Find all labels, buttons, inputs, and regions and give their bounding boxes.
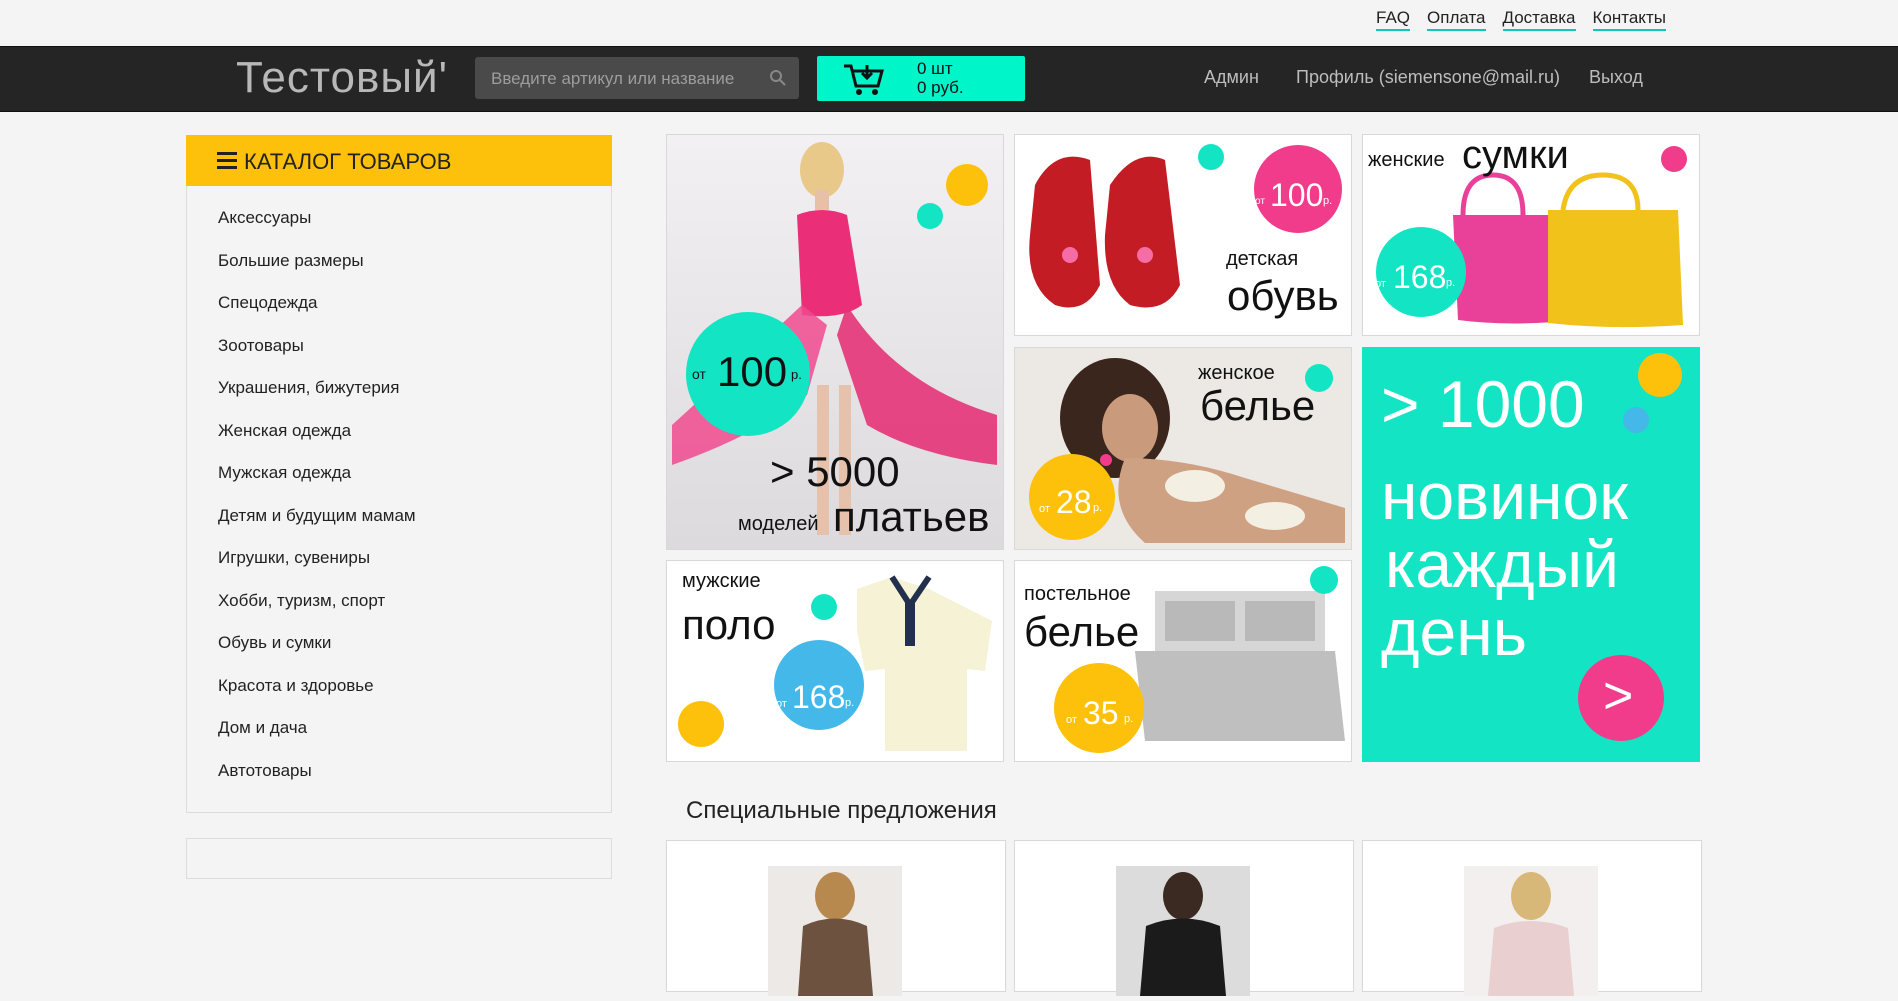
shoes-l1: детская <box>1226 248 1299 270</box>
delivery-link[interactable]: Доставка <box>1502 8 1576 31</box>
lingerie-cur: р. <box>1093 502 1103 514</box>
lingerie-l2: белье <box>1200 382 1316 429</box>
catalog-title: КАТАЛОГ ТОВАРОВ <box>244 149 452 174</box>
banner-bedding[interactable]: постельное белье от 35 р. <box>1014 560 1352 762</box>
header-bar: Тестовый' 0 шт0 руб. Админ Профиль (siem… <box>0 46 1898 112</box>
bedding-from: от <box>1066 714 1077 726</box>
dress-price: 100 <box>717 348 788 395</box>
dress-models: моделей <box>738 513 819 535</box>
banner-dresses[interactable]: от 100 р. > 5000 моделей платьев <box>666 134 1004 550</box>
search-box <box>475 57 799 101</box>
payment-link[interactable]: Оплата <box>1427 8 1486 31</box>
catalog-item[interactable]: Украшения, бижутерия <box>218 378 416 421</box>
catalog-list: Аксессуары Большие размеры Спецодежда Зо… <box>218 208 416 803</box>
banner-novelties[interactable]: > 1000 новинок каждый день > <box>1362 347 1700 762</box>
banner-lingerie[interactable]: женское белье от 28 р. <box>1014 347 1352 550</box>
bags-l1: женские <box>1368 149 1445 171</box>
sidebar-empty-box <box>186 838 612 879</box>
cart-icon <box>844 64 884 95</box>
dress-count: > 5000 <box>770 448 900 495</box>
profile-link[interactable]: Профиль (siemensone@mail.ru) <box>1296 67 1560 88</box>
banner-kids-shoes[interactable]: от 100 р. детская обувь <box>1014 134 1352 336</box>
search-input[interactable] <box>475 57 773 101</box>
product-image <box>1464 866 1598 996</box>
novelties-l1: > 1000 <box>1381 367 1585 441</box>
cart-count: 0 шт <box>917 59 953 78</box>
catalog-item[interactable]: Зоотовары <box>218 336 416 379</box>
top-links: FAQ Оплата Доставка Контакты <box>1376 8 1666 31</box>
polo-l2: поло <box>682 601 776 648</box>
dress-word: платьев <box>833 493 990 540</box>
cart-sum: 0 руб. <box>917 78 964 97</box>
shoes-price: 100 <box>1270 177 1324 213</box>
catalog-item[interactable]: Спецодежда <box>218 293 416 336</box>
bags-price: 168 <box>1393 259 1447 295</box>
catalog-header[interactable]: КАТАЛОГ ТОВАРОВ <box>186 135 612 186</box>
dress-from: от <box>692 366 706 382</box>
product-image <box>768 866 902 996</box>
cart-button[interactable]: 0 шт 0 руб. <box>817 56 1025 101</box>
product-image <box>1116 866 1250 996</box>
novelties-l2: новинок <box>1381 459 1629 533</box>
novelties-arrow-icon[interactable]: > <box>1603 666 1633 726</box>
novelties-l3: каждый <box>1385 527 1619 601</box>
product-card[interactable] <box>1362 840 1702 996</box>
contacts-link[interactable]: Контакты <box>1592 8 1666 31</box>
polo-cur: р. <box>845 697 855 709</box>
shoes-cur: р. <box>1323 195 1333 207</box>
catalog-item[interactable]: Автотовары <box>218 761 416 804</box>
catalog-item[interactable]: Женская одежда <box>218 421 416 464</box>
catalog-item[interactable]: Дом и дача <box>218 718 416 761</box>
shoes-l2: обувь <box>1227 272 1339 319</box>
bedding-price: 35 <box>1083 695 1119 731</box>
bedding-cur: р. <box>1124 713 1134 725</box>
polo-from: от <box>776 698 787 710</box>
bags-from: от <box>1375 278 1386 290</box>
catalog-item[interactable]: Мужская одежда <box>218 463 416 506</box>
faq-link[interactable]: FAQ <box>1376 8 1411 31</box>
catalog-item[interactable]: Обувь и сумки <box>218 633 416 676</box>
admin-link[interactable]: Админ <box>1204 67 1259 88</box>
logout-link[interactable]: Выход <box>1589 67 1643 88</box>
polo-price: 168 <box>792 679 846 715</box>
product-card[interactable] <box>666 840 1006 996</box>
bedding-l2: белье <box>1024 608 1140 655</box>
site-logo[interactable]: Тестовый' <box>236 53 448 103</box>
shoes-from: от <box>1255 196 1265 207</box>
catalog-item[interactable]: Красота и здоровье <box>218 676 416 719</box>
dress-cur: р. <box>791 367 802 382</box>
novelties-l4: день <box>1381 595 1528 669</box>
catalog-item[interactable]: Аксессуары <box>218 208 416 251</box>
bedding-l1: постельное <box>1024 583 1131 605</box>
banner-bags[interactable]: женские сумки от 168 р. <box>1362 134 1700 336</box>
catalog-item[interactable]: Большие размеры <box>218 251 416 294</box>
bags-cur: р. <box>1446 277 1456 289</box>
catalog-item[interactable]: Детям и будущим мамам <box>218 506 416 549</box>
polo-l1: мужские <box>682 570 761 592</box>
lingerie-price: 28 <box>1056 484 1092 520</box>
catalog-item[interactable]: Хобби, туризм, спорт <box>218 591 416 634</box>
banner-polo[interactable]: мужские поло от 168 р. <box>666 560 1004 762</box>
product-card[interactable] <box>1014 840 1354 996</box>
menu-icon <box>217 152 237 169</box>
bags-l2: сумки <box>1462 134 1569 177</box>
specials-title: Специальные предложения <box>686 797 997 824</box>
search-icon[interactable] <box>769 69 787 87</box>
catalog-item[interactable]: Игрушки, сувениры <box>218 548 416 591</box>
lingerie-from: от <box>1039 503 1050 515</box>
